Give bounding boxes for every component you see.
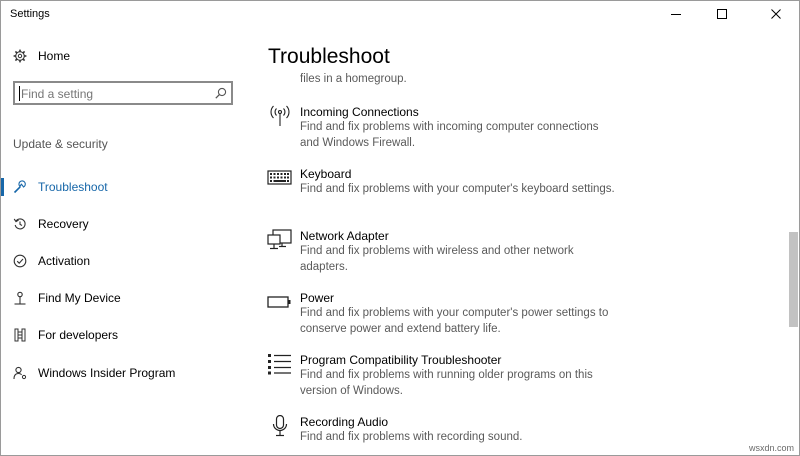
developers-icon — [14, 328, 26, 342]
troubleshooter-description: Find and fix problems with wireless and … — [300, 245, 574, 273]
troubleshooter-power[interactable]: Power Find and fix problems with your co… — [249, 291, 787, 347]
troubleshooter-title: Incoming Connections — [300, 105, 419, 119]
sidebar-item-windows-insider-program[interactable]: Windows Insider Program — [1, 358, 249, 388]
cut-off-description: files in a homegroup. — [300, 73, 407, 85]
sidebar-item-label: For developers — [38, 328, 119, 342]
sidebar-item-activation[interactable]: Activation — [1, 246, 249, 276]
sidebar-item-label: Find My Device — [38, 291, 121, 305]
home-label: Home — [38, 49, 71, 63]
troubleshooter-title: Power — [300, 291, 335, 305]
section-title: Update & security — [13, 137, 108, 151]
maximize-button[interactable] — [699, 1, 745, 27]
vertical-scrollbar[interactable] — [787, 27, 799, 455]
gear-icon — [13, 49, 27, 63]
troubleshooter-incoming-connections[interactable]: Incoming Connections Find and fix proble… — [249, 105, 787, 161]
microphone-icon — [272, 415, 288, 437]
sidebar-item-find-my-device[interactable]: Find My Device — [1, 283, 249, 313]
sidebar-item-for-developers[interactable]: For developers — [1, 320, 249, 350]
troubleshooter-recording-audio[interactable]: Recording Audio Find and fix problems wi… — [249, 415, 787, 455]
search-icon[interactable] — [215, 87, 227, 99]
troubleshooter-title: Program Compatibility Troubleshooter — [300, 353, 502, 367]
active-indicator — [1, 178, 4, 196]
text-caret — [19, 86, 20, 101]
troubleshooter-description: Find and fix problems with incoming comp… — [300, 121, 599, 149]
recovery-icon — [13, 218, 26, 230]
troubleshooter-title: Recording Audio — [300, 415, 389, 429]
watermark: wsxdn.com — [749, 443, 795, 453]
antenna-icon — [270, 105, 290, 126]
troubleshooter-title: Keyboard — [300, 167, 352, 181]
troubleshooter-program-compatibility[interactable]: Program Compatibility Troubleshooter Fin… — [249, 353, 787, 409]
keyboard-icon — [267, 170, 292, 185]
network-adapter-icon — [267, 229, 292, 250]
close-icon — [771, 9, 781, 19]
troubleshooter-description: Find and fix problems with your computer… — [300, 183, 615, 195]
troubleshooter-description: Find and fix problems with recording sou… — [300, 431, 523, 443]
sidebar: Home Update & security Troubleshoot — [1, 27, 249, 455]
troubleshooter-title: Network Adapter — [300, 229, 389, 243]
minimize-icon — [671, 14, 681, 15]
sidebar-item-label: Recovery — [38, 217, 89, 231]
troubleshooter-description: Find and fix problems with running older… — [300, 369, 593, 397]
wrench-icon — [13, 180, 26, 194]
sidebar-item-label: Windows Insider Program — [38, 366, 176, 380]
maximize-icon — [717, 9, 727, 19]
settings-window: Settings Home Find a setting Update & se… — [0, 0, 800, 456]
sidebar-item-troubleshoot[interactable]: Troubleshoot — [1, 172, 249, 202]
window-title: Settings — [10, 8, 50, 20]
troubleshooter-keyboard[interactable]: Keyboard Find and fix problems with your… — [249, 167, 787, 223]
minimize-button[interactable] — [653, 1, 699, 27]
sidebar-item-recovery[interactable]: Recovery — [1, 209, 249, 239]
sidebar-item-label: Troubleshoot — [38, 180, 108, 194]
search-box[interactable] — [13, 81, 233, 105]
sidebar-item-label: Activation — [38, 254, 91, 268]
search-input[interactable] — [21, 86, 211, 102]
close-button[interactable] — [753, 1, 799, 27]
troubleshooter-network-adapter[interactable]: Network Adapter Find and fix problems wi… — [249, 229, 787, 285]
page-title: Troubleshoot — [268, 45, 390, 68]
find-device-icon — [14, 291, 26, 305]
program-list-icon — [268, 354, 291, 375]
main-content: Troubleshoot files in a homegroup. Incom… — [249, 27, 787, 455]
home-link[interactable]: Home — [13, 49, 70, 63]
title-bar: Settings — [1, 1, 799, 27]
insider-icon — [13, 366, 27, 380]
troubleshooter-description: Find and fix problems with your computer… — [300, 307, 609, 335]
battery-icon — [267, 296, 291, 308]
activation-check-icon — [13, 254, 27, 268]
scroll-thumb[interactable] — [789, 232, 798, 327]
